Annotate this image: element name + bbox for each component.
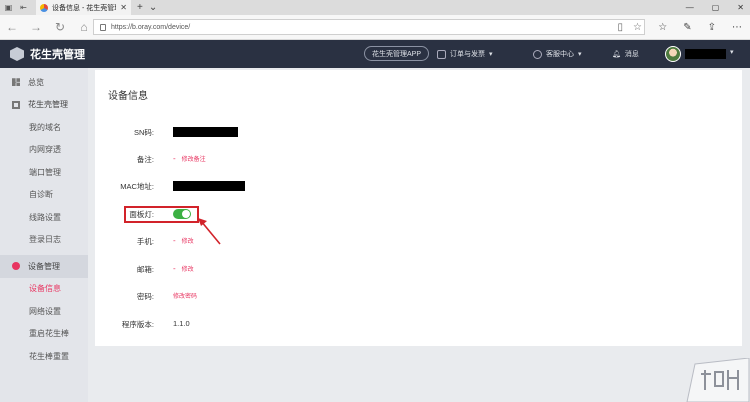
- annotation-arrow-icon: [198, 218, 221, 245]
- sidebar-item-reboot[interactable]: 重启花生棒: [0, 323, 88, 346]
- sn-value-redacted: [173, 127, 238, 137]
- sidebar-item-overview[interactable]: 总览: [0, 71, 88, 94]
- email-value: -: [173, 264, 176, 273]
- sidebar-group-hsk[interactable]: 花生壳管理: [0, 94, 88, 117]
- edit-password-link[interactable]: 修改密码: [173, 291, 197, 300]
- orders-menu[interactable]: 订单与发票 ▾: [437, 40, 493, 68]
- service-label: 客服中心: [546, 51, 574, 58]
- chevron-down-icon: ▾: [489, 51, 493, 58]
- sidebar-group-device[interactable]: 设备管理: [0, 255, 88, 278]
- browser-tab[interactable]: 设备信息 - 花生壳管理 ✕: [36, 0, 131, 15]
- sidebar-group-label: 花生壳管理: [28, 100, 68, 110]
- tab-list-chevron-icon[interactable]: ⌄: [149, 2, 157, 13]
- sidebar-item-intranet[interactable]: 内网穿透: [0, 139, 88, 162]
- window-controls: — ▢ ✕: [686, 0, 744, 15]
- chevron-down-icon: ▾: [578, 51, 582, 58]
- note-label: 备注:: [136, 155, 154, 164]
- messages-link[interactable]: 🔔︎ 消息: [612, 40, 639, 68]
- email-row: 邮箱: - 修改: [95, 264, 495, 276]
- annotation-highlight-box: [124, 206, 199, 223]
- brand-logo[interactable]: 花生壳管理: [10, 46, 85, 62]
- sidebar-item-label: 总览: [28, 77, 44, 87]
- password-row: 密码: 修改密码: [95, 291, 495, 303]
- bell-icon: 🔔︎: [612, 51, 621, 58]
- back-tabs-icon[interactable]: ⇤: [17, 2, 30, 13]
- minimize-icon[interactable]: —: [686, 3, 694, 12]
- maximize-icon[interactable]: ▢: [712, 3, 720, 12]
- reading-view-icon[interactable]: ▯: [618, 22, 624, 33]
- notes-icon[interactable]: ✎: [683, 22, 691, 33]
- orders-label: 订单与发票: [450, 51, 485, 58]
- sidebar-item-login-log[interactable]: 登录日志: [0, 229, 88, 252]
- sidebar-item-ports[interactable]: 端口管理: [0, 161, 88, 184]
- tab-favicon-icon: [40, 3, 48, 12]
- sidebar-item-diagnosis[interactable]: 自诊断: [0, 184, 88, 207]
- lock-icon: [100, 23, 106, 31]
- edit-phone-link[interactable]: 修改: [182, 236, 194, 245]
- mac-value-redacted: [173, 181, 245, 191]
- favorite-star-icon[interactable]: ☆: [633, 22, 642, 33]
- gear-icon: [12, 262, 20, 271]
- share-icon[interactable]: ⇪: [708, 22, 716, 33]
- browser-tools: ☆ ✎ ⇪ ⋯: [658, 15, 742, 39]
- phone-label: 手机:: [136, 237, 154, 246]
- app-header: 花生壳管理 花生壳管理APP 订单与发票 ▾ 客服中心 ▾ 🔔︎ 消息 ▾: [0, 40, 750, 68]
- username-redacted[interactable]: [685, 49, 726, 59]
- refresh-icon[interactable]: ↻: [48, 20, 72, 34]
- app-download-button[interactable]: 花生壳管理APP: [364, 46, 430, 61]
- address-field[interactable]: https://b.oray.com/device/: [93, 19, 645, 35]
- document-icon: [12, 100, 20, 109]
- more-icon[interactable]: ⋯: [732, 22, 742, 33]
- dashboard-grid-icon: [12, 78, 20, 87]
- window-close-icon[interactable]: ✕: [737, 3, 744, 12]
- phone-value: -: [173, 236, 176, 245]
- email-label: 邮箱:: [136, 265, 154, 274]
- sidebar-item-reset[interactable]: 花生棒重置: [0, 345, 88, 368]
- mac-row: MAC地址:: [95, 181, 495, 193]
- note-row: 备注: - 修改备注: [95, 154, 495, 166]
- url-text: https://b.oray.com/device/: [111, 23, 191, 31]
- edit-email-link[interactable]: 修改: [182, 264, 194, 273]
- page-title: 设备信息: [108, 91, 148, 102]
- sn-row: SN码:: [95, 127, 495, 139]
- sidebar-group-label: 设备管理: [28, 261, 60, 271]
- address-actions: ▯ ☆: [618, 15, 642, 39]
- service-menu[interactable]: 客服中心 ▾: [533, 40, 582, 68]
- back-icon[interactable]: ←: [0, 20, 24, 34]
- mac-label: MAC地址:: [120, 182, 154, 191]
- favorites-hub-icon[interactable]: ☆: [658, 22, 667, 33]
- sidebar-item-route[interactable]: 线路设置: [0, 206, 88, 229]
- tab-close-icon[interactable]: ✕: [120, 3, 127, 12]
- user-chevron-down-icon[interactable]: ▾: [730, 48, 734, 56]
- sidebar: 总览 花生壳管理 我的域名 内网穿透 端口管理 自诊断 线路设置 登录日志 设备…: [0, 68, 88, 402]
- tab-title: 设备信息 - 花生壳管理: [52, 4, 117, 12]
- watermark-logo: [686, 358, 750, 402]
- sidebar-item-device-info[interactable]: 设备信息: [0, 278, 88, 301]
- note-value: -: [173, 154, 176, 163]
- sn-label: SN码:: [133, 128, 154, 137]
- version-label: 程序版本:: [121, 320, 154, 329]
- sidebar-item-network[interactable]: 网络设置: [0, 300, 88, 323]
- password-label: 密码:: [136, 292, 154, 301]
- sidebar-item-domains[interactable]: 我的域名: [0, 116, 88, 139]
- brand-name: 花生壳管理: [30, 49, 85, 61]
- avatar[interactable]: [665, 46, 681, 62]
- version-value: 1.1.0: [173, 319, 190, 328]
- messages-label: 消息: [624, 51, 639, 58]
- phone-row: 手机: - 修改: [95, 236, 495, 248]
- cube-logo-icon: [10, 47, 24, 61]
- forward-icon[interactable]: →: [24, 20, 48, 34]
- window-menu-icon[interactable]: ▣: [2, 2, 15, 13]
- edit-note-link[interactable]: 修改备注: [182, 154, 206, 163]
- version-row: 程序版本: 1.1.0: [95, 319, 495, 331]
- browser-toolbar: ← → ↻ ⌂ https://b.oray.com/device/ ▯ ☆ ☆…: [0, 15, 750, 40]
- document-icon: [437, 49, 446, 59]
- browser-tab-strip: ▣ ⇤ 设备信息 - 花生壳管理 ✕ + ⌄ — ▢ ✕: [0, 0, 750, 15]
- headset-icon: [533, 49, 542, 59]
- new-tab-icon[interactable]: +: [137, 2, 143, 13]
